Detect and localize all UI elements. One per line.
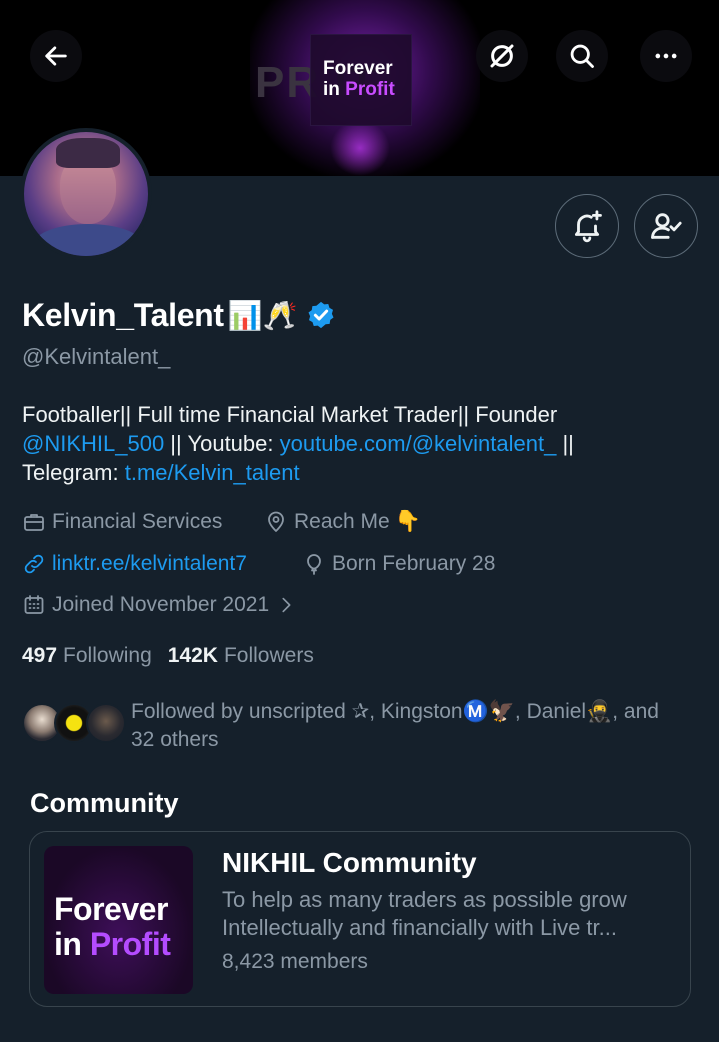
profile-stats: 497 Following 142K Followers [22,644,314,668]
following-count: 497 [22,644,58,667]
bio-line1: Footballer|| Full time Financial Market … [22,402,558,427]
profile-handle: @Kelvintalent_ [22,344,171,369]
website-link[interactable]: linktr.ee/kelvintalent7 [52,552,247,576]
community-logo-profit: Profit [89,926,171,962]
following-label: Following [63,644,152,667]
location-pin-icon [268,511,284,532]
banner-logo-line2: in Profit [323,79,395,100]
name-emojis: 📊🥂 [227,299,298,331]
community-description: To help as many traders as possible grow… [222,886,677,942]
banner-logo: Forever in Profit [323,58,395,100]
slash-circle-icon [490,44,514,68]
profile-website[interactable]: linktr.ee/kelvintalent7 [22,552,247,576]
profile-joined[interactable]: Joined November 2021 [22,593,303,617]
user-check-icon [651,213,682,239]
banner-logo-profit: Profit [345,79,395,100]
bio-telegram-link[interactable]: t.me/Kelvin_talent [125,460,300,485]
birthday-text: Born February 28 [332,552,496,575]
avatar-shirt [34,224,142,256]
followed-by-line2: 32 others [131,728,219,751]
bio-line3: Telegram: t.me/Kelvin_talent [22,458,702,487]
back-button[interactable] [30,30,82,82]
following-stat[interactable]: 497 Following [22,644,152,668]
community-logo-line1: Forever [54,891,168,927]
community-desc-line2: Intellectually and financially with Live… [222,915,617,940]
profile-name: Kelvin_Talent [22,296,224,333]
search-button[interactable] [556,30,608,82]
profile-category: Financial Services [22,510,222,534]
community-desc-line1: To help as many traders as possible grow [222,887,627,912]
followed-by-avatars[interactable] [22,703,132,745]
location-text: Reach Me [294,510,390,533]
notifications-button[interactable] [555,194,619,258]
calendar-icon [24,595,44,614]
profile-location: Reach Me 👇 [264,510,421,534]
verified-badge-icon[interactable] [306,300,336,330]
following-button[interactable] [634,194,698,258]
bio-text: || Youtube: [164,431,280,456]
bio-line2: @NIKHIL_500 || Youtube: youtube.com/@kel… [22,429,702,458]
bio-youtube-link[interactable]: youtube.com/@kelvintalent_ [280,431,557,456]
link-icon [24,554,44,574]
followers-count: 142K [167,644,218,667]
community-logo: Forever in Profit [54,891,171,962]
banner-glow-accent [330,120,390,176]
profile-birthday: Born February 28 [302,552,495,576]
community-logo-line2: in Profit [54,926,171,962]
community-logo-in: in [54,926,90,962]
chevron-right-icon [282,597,291,613]
profile-bio: Footballer|| Full time Financial Market … [22,400,702,487]
balloon-icon [307,554,321,575]
community-name: NIKHIL Community [222,847,477,878]
community-section-title: Community [30,788,179,818]
followed-by-text[interactable]: Followed by unscripted ✰, KingstonⓂ️🦅, D… [131,698,711,754]
community-members: 8,423 members [222,950,368,973]
community-image: Forever in Profit [44,846,193,994]
avatar-hair [56,138,120,168]
followed-by-line1: Followed by unscripted ✰, KingstonⓂ️🦅, D… [131,700,659,723]
bio-telegram-label: Telegram: [22,460,125,485]
briefcase-icon [24,514,44,531]
location-emoji: 👇 [394,510,421,533]
category-text: Financial Services [52,510,223,533]
arrow-left-icon [45,46,67,66]
follower-avatar [86,703,126,743]
avatar[interactable] [20,128,152,260]
community-card[interactable]: Forever in Profit NIKHIL Community To he… [29,831,691,1007]
grok-button[interactable] [476,30,528,82]
joined-text: Joined November 2021 [52,593,270,616]
bio-text-2: || [556,431,574,456]
more-button[interactable] [640,30,692,82]
followers-stat[interactable]: 142K Followers [168,644,314,668]
banner-logo-in: in [323,79,346,100]
banner-logo-line1: Forever [323,58,393,79]
more-icon [655,53,677,59]
bio-mention-link[interactable]: @NIKHIL_500 [22,431,164,456]
followers-label: Followers [223,644,314,667]
search-icon [570,44,594,68]
profile-name-row: Kelvin_Talent 📊🥂 [22,294,336,336]
bell-plus-icon [574,210,602,243]
